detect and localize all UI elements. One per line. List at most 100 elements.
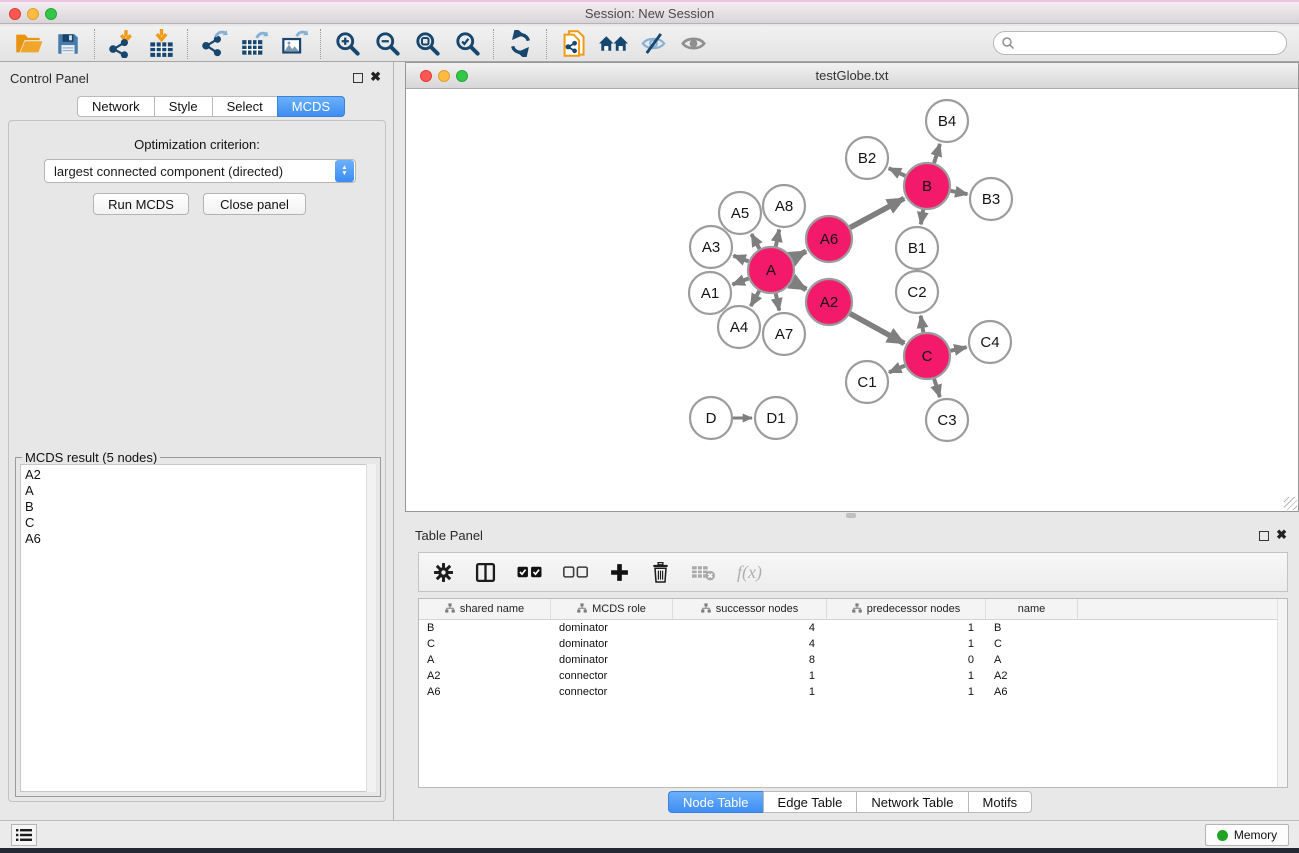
tab-network-table[interactable]: Network Table [856, 791, 967, 813]
mcds-result-item[interactable]: A [25, 483, 375, 499]
edge-A-A8[interactable] [776, 230, 779, 247]
edge-C-C2[interactable] [921, 316, 924, 333]
column-header-shared-name[interactable]: shared name [419, 599, 551, 619]
task-history-button[interactable] [11, 824, 37, 846]
tab-mcds[interactable]: MCDS [277, 96, 345, 117]
table-cell[interactable]: 0 [827, 652, 986, 668]
mcds-result-item[interactable]: C [25, 515, 375, 531]
table-cell[interactable]: 8 [673, 652, 827, 668]
table-cell[interactable]: C [986, 636, 1078, 652]
float-table-panel-icon[interactable] [1259, 531, 1269, 541]
table-cell[interactable]: 1 [673, 668, 827, 684]
edge-A-A6[interactable] [792, 251, 806, 258]
zoom-fit-icon[interactable] [410, 29, 444, 59]
save-session-icon[interactable] [51, 29, 85, 59]
table-cell[interactable]: connector [551, 668, 673, 684]
edge-A2-C[interactable] [850, 314, 904, 344]
zoom-out-icon[interactable] [370, 29, 404, 59]
edge-A6-B[interactable] [850, 198, 904, 227]
table-cell[interactable]: A2 [986, 668, 1078, 684]
resize-grip[interactable] [1284, 497, 1297, 510]
show-eye-icon[interactable] [676, 29, 710, 59]
table-cell[interactable]: A2 [419, 668, 551, 684]
table-cell[interactable]: A [419, 652, 551, 668]
table-cell[interactable]: 1 [827, 668, 986, 684]
close-panel-icon[interactable]: ✖ [370, 70, 381, 84]
hide-eye-icon[interactable] [636, 29, 670, 59]
table-scrollbar[interactable] [1277, 599, 1287, 787]
table-cell[interactable]: dominator [551, 636, 673, 652]
refresh-layout-icon[interactable] [503, 29, 537, 59]
edge-B-B4[interactable] [934, 144, 940, 163]
column-header-predecessor-nodes[interactable]: predecessor nodes [827, 599, 986, 619]
table-cell[interactable]: 1 [827, 620, 986, 636]
delete-table-icon[interactable] [691, 558, 716, 586]
zoom-selected-icon[interactable] [450, 29, 484, 59]
edge-B-B2[interactable] [889, 168, 906, 176]
edge-B-B3[interactable] [951, 191, 968, 194]
close-table-panel-icon[interactable]: ✖ [1276, 528, 1287, 542]
open-session-icon[interactable] [11, 29, 45, 59]
column-header-successor-nodes[interactable]: successor nodes [673, 599, 827, 619]
edge-C-C4[interactable] [950, 347, 966, 351]
delete-column-icon[interactable] [651, 558, 670, 586]
table-cell[interactable]: 1 [827, 684, 986, 700]
show-columns-icon[interactable] [475, 558, 496, 586]
close-panel-button[interactable]: Close panel [203, 193, 306, 215]
table-cell[interactable]: dominator [551, 652, 673, 668]
column-header-name[interactable]: name [986, 599, 1078, 619]
table-cell[interactable]: C [419, 636, 551, 652]
search-input[interactable] [1019, 34, 1286, 52]
table-cell[interactable]: 1 [673, 684, 827, 700]
edge-A-A4[interactable] [751, 291, 760, 306]
table-cell[interactable]: 4 [673, 636, 827, 652]
table-cell[interactable]: 4 [673, 620, 827, 636]
edge-A-A1[interactable] [732, 278, 748, 284]
mcds-result-item[interactable]: B [25, 499, 375, 515]
tab-network[interactable]: Network [77, 96, 154, 117]
tab-style[interactable]: Style [154, 96, 212, 117]
run-mcds-button[interactable]: Run MCDS [93, 193, 189, 215]
edge-A-A3[interactable] [733, 256, 748, 262]
import-table-icon[interactable] [144, 29, 178, 59]
export-network-icon[interactable] [197, 29, 231, 59]
select-all-icon[interactable] [517, 558, 542, 586]
network-from-document-icon[interactable] [556, 29, 590, 59]
float-panel-icon[interactable] [353, 73, 363, 83]
table-row[interactable]: Cdominator41C [419, 636, 1287, 652]
settings-gear-icon[interactable] [433, 558, 454, 586]
tab-motifs[interactable]: Motifs [968, 791, 1033, 813]
table-cell[interactable]: B [986, 620, 1078, 636]
edge-B-B1[interactable] [921, 210, 923, 225]
column-header-MCDS-role[interactable]: MCDS role [551, 599, 673, 619]
mcds-result-item[interactable]: A6 [25, 531, 375, 547]
splitter-handle[interactable] [846, 513, 856, 518]
import-network-icon[interactable] [104, 29, 138, 59]
tab-edge-table[interactable]: Edge Table [763, 791, 857, 813]
houses-icon[interactable] [596, 29, 630, 59]
export-image-icon[interactable] [277, 29, 311, 59]
table-row[interactable]: Bdominator41B [419, 620, 1287, 636]
network-graph[interactable]: AA1A2A3A4A5A6A7A8BB1B2B3B4CC1C2C3C4DD1 [406, 89, 1298, 511]
criterion-select[interactable]: largest connected component (directed) ▲… [44, 159, 356, 183]
table-cell[interactable]: A6 [986, 684, 1078, 700]
table-cell[interactable]: B [419, 620, 551, 636]
tab-node-table[interactable]: Node Table [668, 791, 763, 813]
export-table-icon[interactable] [237, 29, 271, 59]
table-cell[interactable]: 1 [827, 636, 986, 652]
function-builder-icon[interactable]: f(x) [737, 558, 762, 586]
mcds-result-item[interactable]: A2 [25, 467, 375, 483]
table-cell[interactable]: connector [551, 684, 673, 700]
table-row[interactable]: A2connector11A2 [419, 668, 1287, 684]
edge-A-A5[interactable] [751, 234, 759, 249]
add-column-icon[interactable] [609, 558, 630, 586]
result-scrollbar[interactable] [366, 464, 376, 792]
edge-C-C3[interactable] [934, 379, 940, 397]
tab-select[interactable]: Select [212, 96, 277, 117]
table-row[interactable]: A6connector11A6 [419, 684, 1287, 700]
zoom-in-icon[interactable] [330, 29, 364, 59]
table-cell[interactable]: dominator [551, 620, 673, 636]
deselect-all-icon[interactable] [563, 558, 588, 586]
table-cell[interactable]: A6 [419, 684, 551, 700]
table-row[interactable]: Adominator80A [419, 652, 1287, 668]
